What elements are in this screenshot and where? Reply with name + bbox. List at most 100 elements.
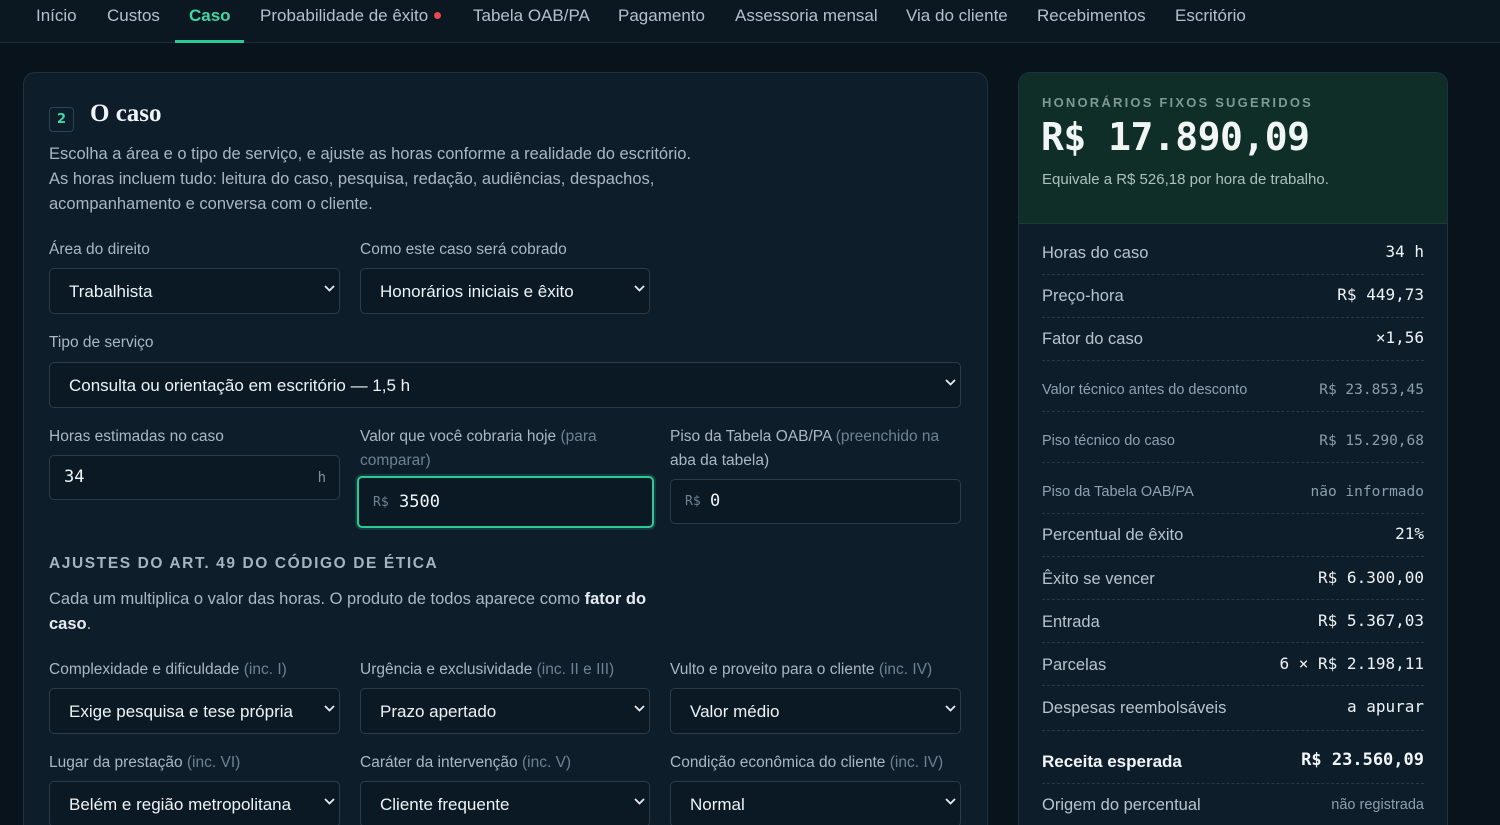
complexity-label: Complexidade e dificuldade (inc. I) [49,661,287,679]
oab-floor-label-hint-2: aba da tabela) [670,452,770,469]
tab-escritorio[interactable]: Escritório [1175,0,1246,43]
economic-condition-select[interactable]: Normal [670,781,961,825]
summary-value: R$ 5.367,03 [1318,611,1424,630]
tab-label: Probabilidade de êxito [260,6,429,25]
complexity-value: Exige pesquisa e tese própria [69,702,293,721]
hours-value: 34 [64,467,85,487]
alert-dot-icon [434,12,442,20]
adjustments-desc-bold: fator do [584,590,647,608]
summary-row-hours: Horas do caso 34 h [1042,232,1424,275]
suggested-fee-card: HONORÁRIOS FIXOS SUGERIDOS R$ 17.890,09 … [1019,73,1447,224]
billing-select[interactable]: Honorários iniciais e êxito [360,268,650,314]
currency-prefix: R$ [373,495,389,510]
tab-inicio[interactable]: Início [36,0,77,43]
summary-key: Percentual de êxito [1042,526,1184,544]
tab-tabela-oab[interactable]: Tabela OAB/PA [473,0,590,43]
adjustments-desc-text: Cada um multiplica o valor das horas. O … [49,590,581,608]
adjustments-heading: AJUSTES DO ART. 49 DO CÓDIGO DE ÉTICA [49,555,439,572]
oab-floor-input[interactable]: R$ 0 [670,479,961,524]
intervention-value: Cliente frequente [380,795,510,814]
location-select[interactable]: Belém e região metropolitana [49,781,340,825]
summary-key: Piso técnico do caso [1042,433,1175,449]
summary-value: R$ 23.853,45 [1319,382,1424,398]
summary-value: ×1,56 [1375,328,1424,347]
location-label-text: Lugar da prestação [49,754,183,771]
tab-pagamento[interactable]: Pagamento [618,0,705,43]
hours-unit: h [317,470,326,486]
step-number-badge: 2 [49,107,74,132]
summary-row-down-payment: Entrada R$ 5.367,03 [1042,600,1424,643]
chevron-down-icon [945,798,956,808]
summary-value: R$ 449,73 [1337,285,1424,304]
tab-caso[interactable]: Caso [189,0,231,43]
summary-panel: HONORÁRIOS FIXOS SUGERIDOS R$ 17.890,09 … [1018,72,1448,825]
service-value: Consulta ou orientação em escritório — 1… [69,376,411,395]
tab-probabilidade-de-exito[interactable]: Probabilidade de êxito [260,0,442,43]
urgency-label: Urgência e exclusividade (inc. II e III) [360,661,614,679]
summary-row-success-percent: Percentual de êxito 21% [1042,514,1424,557]
intervention-select[interactable]: Cliente frequente [360,781,650,825]
oab-floor-label-text: Piso da Tabela OAB/PA [670,428,832,445]
magnitude-label: Vulto e proveito para o cliente (inc. IV… [670,661,932,679]
summary-row-case-factor: Fator do caso ×1,56 [1042,318,1424,361]
chevron-down-icon [634,285,645,295]
tab-assessoria-mensal[interactable]: Assessoria mensal [735,0,878,43]
service-label: Tipo de serviço [49,334,154,351]
chevron-down-icon [324,705,335,715]
chevron-down-icon [634,705,645,715]
summary-value: não registrada [1331,797,1424,813]
urgency-select[interactable]: Prazo apertado [360,688,650,734]
economic-condition-label-hint: (inc. IV) [889,754,944,771]
summary-row-hourly-price: Preço-hora R$ 449,73 [1042,275,1424,318]
intervention-label: Caráter da intervenção (inc. V) [360,754,571,772]
suggested-fee-value: R$ 17.890,09 [1041,115,1310,159]
summary-value: a apurar [1346,697,1424,716]
summary-key: Parcelas [1042,656,1107,674]
current-price-label-text: Valor que você cobraria hoje [360,428,557,445]
summary-row-technical-floor: Piso técnico do caso R$ 15.290,68 [1042,412,1424,463]
summary-key: Entrada [1042,613,1100,631]
adjustments-desc-bold-2: caso [49,615,87,633]
location-label-hint: (inc. VI) [186,754,241,771]
summary-row-oab-floor: Piso da Tabela OAB/PA não informado [1042,463,1424,514]
adjustments-desc-end: . [86,615,92,633]
active-tab-indicator [175,40,244,43]
location-value: Belém e região metropolitana [69,795,292,814]
tab-custos[interactable]: Custos [107,0,160,43]
summary-row-technical-value: Valor técnico antes do desconto R$ 23.85… [1042,361,1424,412]
tab-via-do-cliente[interactable]: Via do cliente [906,0,1008,43]
summary-value: R$ 15.290,68 [1319,433,1424,449]
section-title: O caso [90,100,162,127]
tab-recebimentos[interactable]: Recebimentos [1037,0,1146,43]
economic-condition-label-text: Condição econômica do cliente [670,754,886,771]
summary-value: não informado [1310,484,1425,500]
current-price-value: 3500 [399,492,440,512]
service-select[interactable]: Consulta ou orientação em escritório — 1… [49,362,961,408]
complexity-label-hint: (inc. I) [243,661,287,678]
oab-floor-label-hint: (preenchido na [835,428,940,445]
billing-label: Como este caso será cobrado [360,241,567,258]
billing-value: Honorários iniciais e êxito [380,282,574,301]
chevron-down-icon [324,285,335,295]
oab-floor-value: 0 [710,491,721,511]
summary-key: Valor técnico antes do desconto [1042,382,1248,398]
hours-input[interactable]: 34 h [49,455,340,500]
summary-key: Receita esperada [1042,752,1182,771]
summary-key: Êxito se vencer [1042,570,1155,588]
summary-key: Origem do percentual [1042,796,1201,814]
urgency-value: Prazo apertado [380,702,497,721]
economic-condition-label: Condição econômica do cliente (inc. IV) [670,754,943,772]
suggested-fee-label: HONORÁRIOS FIXOS SUGERIDOS [1042,95,1314,110]
magnitude-label-text: Vulto e proveito para o cliente [670,661,875,678]
intro-line-3: acompanhamento e conversa com o cliente. [49,195,373,213]
magnitude-label-hint: (inc. IV) [878,661,933,678]
top-navigation: Início Custos Caso Probabilidade de êxit… [0,0,1500,43]
summary-row-percent-origin: Origem do percentual não registrada [1042,784,1424,825]
magnitude-select[interactable]: Valor médio [670,688,961,734]
complexity-select[interactable]: Exige pesquisa e tese própria [49,688,340,734]
location-label: Lugar da prestação (inc. VI) [49,754,240,772]
summary-value: 21% [1395,524,1424,543]
current-price-input[interactable]: R$ 3500 [357,476,654,528]
area-value: Trabalhista [69,282,153,301]
area-select[interactable]: Trabalhista [49,268,340,314]
